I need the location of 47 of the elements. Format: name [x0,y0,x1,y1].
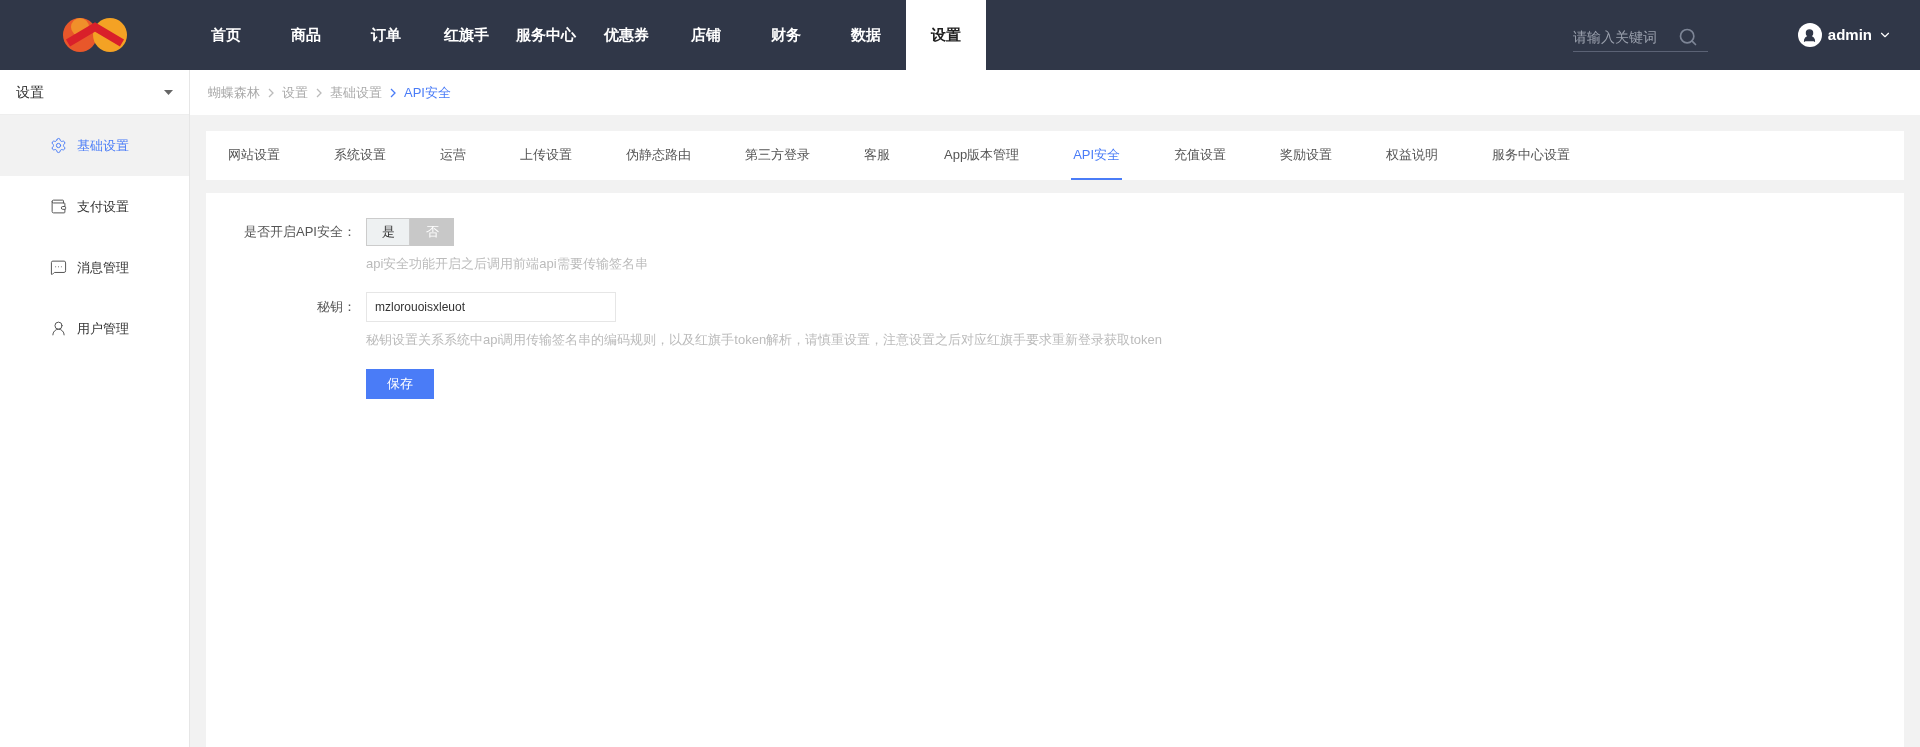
chevron-icon [268,87,274,98]
caret-icon [164,89,173,95]
tab[interactable]: 奖励设置 [1278,131,1335,180]
nav-link[interactable]: 首页 [186,0,266,70]
tab[interactable]: 上传设置 [518,131,574,180]
nav-link[interactable]: 服务中心 [506,0,586,70]
user-icon [50,320,67,337]
tab[interactable]: 权益说明 [1384,131,1441,180]
secret-input[interactable]: mzlorouoisxleuot [366,291,616,322]
search-field[interactable]: 请输入关键词 [1572,22,1708,52]
tab[interactable]: 充值设置 [1172,131,1229,180]
save-button[interactable]: 保存 [366,369,434,399]
chat-bubble-icon [50,259,67,276]
tab[interactable]: 服务中心设置 [1490,131,1573,180]
sidebar-item[interactable]: 用户管理 [0,298,189,359]
chevron-icon [316,87,322,98]
tab[interactable]: 网站设置 [226,131,282,180]
toggle-option[interactable]: 是 [366,218,410,246]
nav-link[interactable]: 设置 [906,0,986,70]
sidebar-item[interactable]: 消息管理 [0,237,189,298]
nav-link[interactable]: 红旗手 [426,0,506,70]
gear-icon [50,137,67,154]
nav-link[interactable]: 数据 [826,0,906,70]
field-label: 秘钥： [316,297,357,316]
wallet-icon [50,198,67,215]
nav-link[interactable]: 商品 [266,0,346,70]
tab[interactable]: 系统设置 [332,131,388,180]
tab[interactable]: 客服 [862,131,892,180]
nav-link[interactable]: 订单 [346,0,426,70]
tab[interactable]: App版本管理 [942,131,1022,180]
chevron-icon [390,87,396,98]
nav-link[interactable]: 店铺 [666,0,746,70]
avatar-icon [1797,23,1822,47]
hint-text: 秘钥设置关系系统中api调用传输签名串的编码规则，以及红旗手token解析，请慎重设置，注意设置之后对应红旗手要求重新登录获取token [366,330,1162,349]
tab[interactable]: 伪静态路由 [624,131,693,180]
nav-link[interactable]: 财务 [746,0,826,70]
sidebar-item[interactable]: 支付设置 [0,176,189,237]
breadcrumb-link[interactable]: API安全 [404,82,451,103]
sidebar-item[interactable]: 基础设置 [0,115,189,176]
tab[interactable]: API安全 [1071,131,1123,180]
user-menu[interactable]: admin [1797,0,1892,70]
tab[interactable]: 运营 [438,131,468,180]
search-icon[interactable] [1677,27,1698,47]
tab[interactable]: 第三方登录 [743,131,812,180]
field-label: 是否开启API安全： [243,223,357,241]
hint-text: api安全功能开启之后调用前端api需要传输签名串 [366,255,648,273]
nav-link[interactable]: 优惠券 [586,0,666,70]
